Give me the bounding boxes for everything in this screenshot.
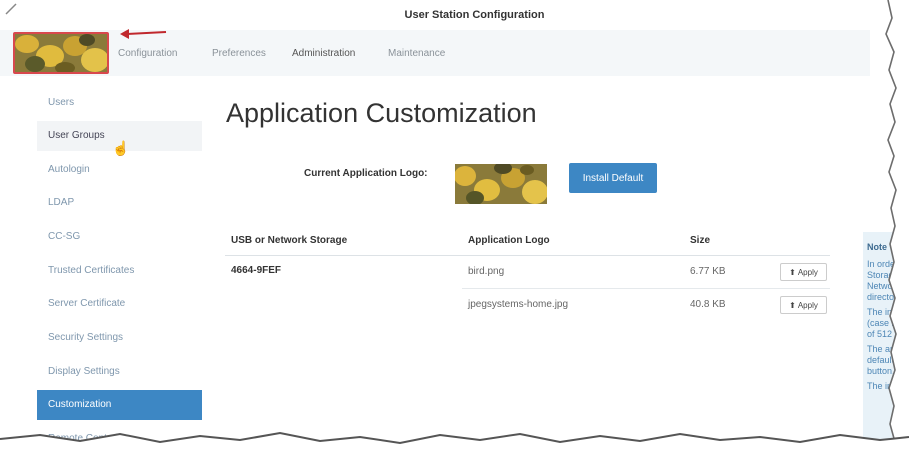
torn-edge-bottom xyxy=(0,431,909,456)
table-header-divider xyxy=(225,255,830,256)
window-title: User Station Configuration xyxy=(404,9,545,21)
apply-button[interactable]: ⬆ Apply xyxy=(780,263,827,281)
logo-filename: jpegsystems-home.jpg xyxy=(468,299,569,310)
application-logo[interactable] xyxy=(13,32,109,74)
sidebar-item-server-certificate[interactable]: Server Certificate xyxy=(37,289,202,319)
torn-edge-right xyxy=(885,0,909,456)
sidebar-item-autologin[interactable]: Autologin xyxy=(37,155,202,185)
sidebar-item-cc-sg[interactable]: CC-SG xyxy=(37,222,202,252)
sidebar-item-customization[interactable]: Customization xyxy=(37,390,202,420)
tab-maintenance[interactable]: Maintenance xyxy=(388,48,445,59)
current-logo-label: Current Application Logo: xyxy=(304,168,428,179)
title-bar: User Station Configuration xyxy=(0,0,909,30)
hand-cursor-icon: ☝ xyxy=(112,140,130,156)
sidebar-item-trusted-certificates[interactable]: Trusted Certificates xyxy=(37,256,202,286)
logo-size: 6.77 KB xyxy=(690,266,726,277)
column-header-logo: Application Logo xyxy=(468,235,550,246)
install-default-button[interactable]: Install Default xyxy=(569,163,657,193)
storage-device: 4664-9FEF xyxy=(231,265,282,276)
logo-size: 40.8 KB xyxy=(690,299,726,310)
sidebar-item-security-settings[interactable]: Security Settings xyxy=(37,323,202,353)
column-header-storage: USB or Network Storage xyxy=(231,235,348,246)
row-divider xyxy=(462,288,830,289)
apply-button[interactable]: ⬆ Apply xyxy=(780,296,827,314)
tab-configuration[interactable]: Configuration xyxy=(118,48,177,59)
red-arrow-annotation xyxy=(120,29,167,39)
page-title: Application Customization xyxy=(226,98,537,128)
tab-administration[interactable]: Administration xyxy=(292,48,355,59)
current-logo-image xyxy=(455,164,547,204)
column-header-size: Size xyxy=(690,235,711,246)
sidebar-item-display-settings[interactable]: Display Settings xyxy=(37,357,202,387)
tab-preferences[interactable]: Preferences xyxy=(212,48,266,59)
sidebar-item-ldap[interactable]: LDAP xyxy=(37,188,202,218)
logo-filename: bird.png xyxy=(468,266,505,277)
upload-icon: ⬆ xyxy=(789,301,796,310)
sidebar-item-users[interactable]: Users xyxy=(37,88,202,118)
upload-icon: ⬆ xyxy=(789,268,796,277)
